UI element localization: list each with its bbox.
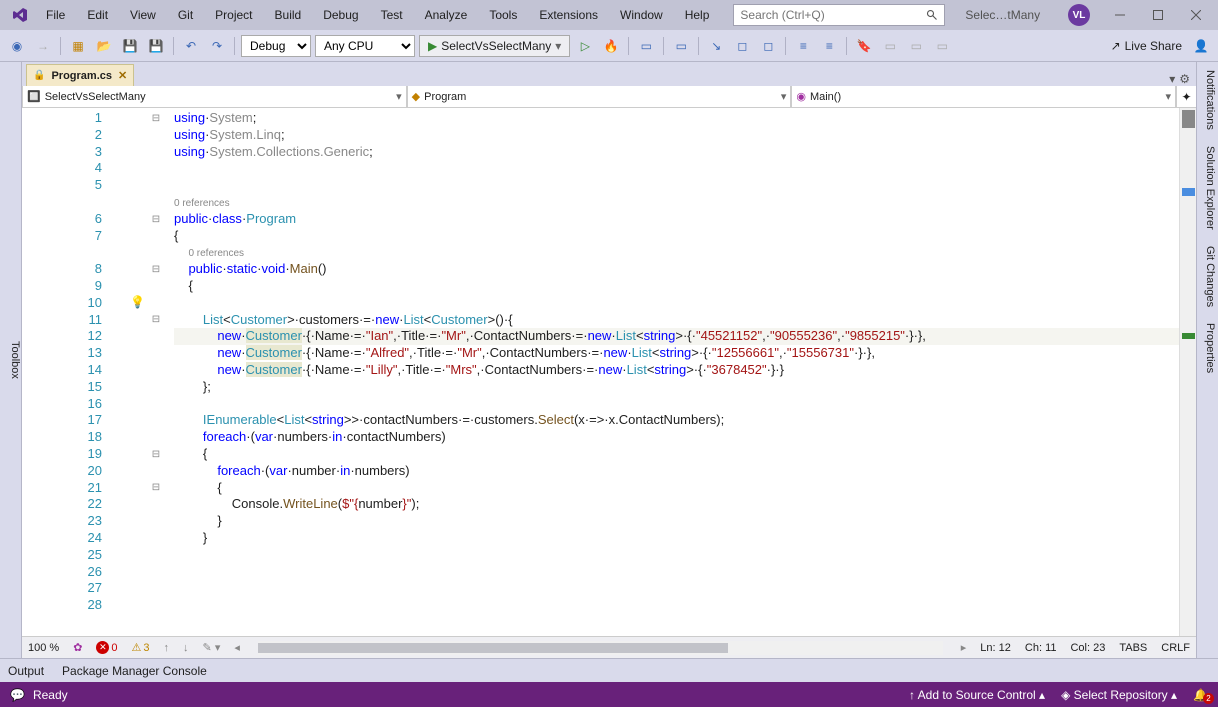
vertical-scrollbar[interactable] <box>1179 108 1196 636</box>
tab-dropdown-icon[interactable]: ▾ <box>1169 72 1175 86</box>
notifications-icon[interactable]: 🔔2 <box>1193 688 1208 702</box>
menu-bar: FileEditViewGitProjectBuildDebugTestAnal… <box>36 4 719 26</box>
nav-down-icon[interactable]: ↓ <box>183 642 189 654</box>
source-control-button[interactable]: ↑ Add to Source Control ▴ <box>909 688 1045 702</box>
error-count[interactable]: ✕0 <box>96 641 117 654</box>
nav-back-button[interactable]: ◉ <box>6 35 28 57</box>
menu-tools[interactable]: Tools <box>479 4 527 26</box>
bm-clear-icon[interactable]: ▭ <box>931 35 953 57</box>
horizontal-scrollbar[interactable] <box>258 641 943 655</box>
menu-build[interactable]: Build <box>265 4 312 26</box>
caret-line: Ln: 12 <box>980 642 1011 654</box>
tab-gear-icon[interactable]: ⚙ <box>1179 72 1190 86</box>
status-bar: 💬 Ready ↑ Add to Source Control ▴ ◈ Sele… <box>0 682 1218 707</box>
bm-next-icon[interactable]: ▭ <box>879 35 901 57</box>
warning-count[interactable]: ⚠3 <box>132 641 150 654</box>
right-sidebar-tabs: NotificationsSolution ExplorerGit Change… <box>1196 62 1218 658</box>
side-tab-properties[interactable]: Properties <box>1197 315 1218 381</box>
side-tab-git-changes[interactable]: Git Changes <box>1197 238 1218 315</box>
open-icon[interactable]: 📂 <box>93 35 115 57</box>
menu-window[interactable]: Window <box>610 4 673 26</box>
menu-file[interactable]: File <box>36 4 75 26</box>
close-button[interactable] <box>1178 3 1214 27</box>
brush-icon[interactable]: ✎ ▾ <box>203 641 221 654</box>
hot-reload-icon[interactable]: 🔥 <box>600 35 622 57</box>
minimize-button[interactable] <box>1102 3 1138 27</box>
indent-mode[interactable]: TABS <box>1119 642 1147 654</box>
lightbulb-icon[interactable]: 💡 <box>130 295 145 309</box>
nav-up-icon[interactable]: ↑ <box>164 642 170 654</box>
save-all-icon[interactable]: 💾 <box>145 35 167 57</box>
toolbox-tab[interactable]: Toolbox <box>0 62 22 658</box>
menu-view[interactable]: View <box>120 4 166 26</box>
bottom-tab-output[interactable]: Output <box>8 664 44 678</box>
select-repo-button[interactable]: ◈ Select Repository ▴ <box>1061 688 1177 702</box>
line-ending[interactable]: CRLF <box>1161 642 1190 654</box>
caret-char: Ch: 11 <box>1025 642 1057 654</box>
indent-icon[interactable]: ◻ <box>757 35 779 57</box>
search-box[interactable] <box>733 4 945 26</box>
menu-extensions[interactable]: Extensions <box>529 4 608 26</box>
start-no-debug-icon[interactable]: ▷ <box>574 35 596 57</box>
side-tab-solution-explorer[interactable]: Solution Explorer <box>1197 138 1218 238</box>
title-bar: FileEditViewGitProjectBuildDebugTestAnal… <box>0 0 1218 30</box>
main-toolbar: ◉ → ▦ 📂 💾 💾 ↶ ↷ Debug Any CPU ▶ SelectVs… <box>0 30 1218 62</box>
file-tab-program[interactable]: 🔒 Program.cs ✕ <box>26 64 134 86</box>
bottom-panel-tabs: Output Package Manager Console <box>0 658 1218 682</box>
vs-logo-icon <box>10 5 30 25</box>
menu-git[interactable]: Git <box>168 4 203 26</box>
menu-analyze[interactable]: Analyze <box>415 4 478 26</box>
live-share-button[interactable]: ↗ Live Share <box>1111 39 1182 53</box>
code-editor[interactable]: 1234567891011121314151617181920212223242… <box>22 108 1196 636</box>
start-debug-button[interactable]: ▶ SelectVsSelectMany ▾ <box>419 35 570 57</box>
step-icon[interactable]: ↘ <box>705 35 727 57</box>
nav-fwd-button[interactable]: → <box>32 35 54 57</box>
status-ready: Ready <box>33 688 68 702</box>
window-title: Selec…tMany <box>965 8 1040 22</box>
uncomment-icon[interactable]: ≡ <box>818 35 840 57</box>
status-feedback-icon[interactable]: 💬 <box>10 688 25 702</box>
comment-icon[interactable]: ≡ <box>792 35 814 57</box>
menu-edit[interactable]: Edit <box>77 4 118 26</box>
start-label: SelectVsSelectMany <box>441 39 551 53</box>
menu-test[interactable]: Test <box>371 4 413 26</box>
caret-col: Col: 23 <box>1070 642 1105 654</box>
play-icon: ▶ <box>428 39 437 53</box>
tb-icon-1[interactable]: ▭ <box>635 35 657 57</box>
menu-debug[interactable]: Debug <box>313 4 368 26</box>
line-numbers: 1234567891011121314151617181920212223242… <box>22 108 132 636</box>
feedback-icon[interactable]: 👤 <box>1190 35 1212 57</box>
nav-class-select[interactable]: ◆Program▾ <box>407 86 792 107</box>
code-content[interactable]: using·System;using·System.Linq;using·Sys… <box>132 108 1179 636</box>
platform-select[interactable]: Any CPU <box>315 35 415 57</box>
bm-prev-icon[interactable]: ▭ <box>905 35 927 57</box>
nav-method-select[interactable]: ◉Main()▾ <box>791 86 1176 107</box>
new-project-icon[interactable]: ▦ <box>67 35 89 57</box>
bottom-tab-package-manager-console[interactable]: Package Manager Console <box>62 664 207 678</box>
undo-icon[interactable]: ↶ <box>180 35 202 57</box>
split-icon[interactable]: ✦ <box>1176 86 1196 107</box>
side-tab-notifications[interactable]: Notifications <box>1197 62 1218 138</box>
redo-icon[interactable]: ↷ <box>206 35 228 57</box>
tb-icon-2[interactable]: ▭ <box>670 35 692 57</box>
user-avatar[interactable]: VL <box>1068 4 1090 26</box>
search-icon <box>926 9 938 21</box>
config-select[interactable]: Debug <box>241 35 311 57</box>
menu-help[interactable]: Help <box>675 4 720 26</box>
navigation-bar: 🔲SelectVsSelectMany▾ ◆Program▾ ◉Main()▾ … <box>22 86 1196 108</box>
maximize-button[interactable] <box>1140 3 1176 27</box>
close-tab-icon[interactable]: ✕ <box>118 69 127 82</box>
file-tab-label: Program.cs <box>51 70 112 82</box>
zoom-level[interactable]: 100 % <box>28 642 59 654</box>
search-input[interactable] <box>740 8 926 22</box>
bookmark-icon[interactable]: 🔖 <box>853 35 875 57</box>
document-tabs: 🔒 Program.cs ✕ ▾ ⚙ <box>22 62 1196 86</box>
outdent-icon[interactable]: ◻ <box>731 35 753 57</box>
editor-status-bar: 100 % ✿ ✕0 ⚠3 ↑ ↓ ✎ ▾ ◂ ▸ Ln: 12 Ch: 11 … <box>22 636 1196 658</box>
pin-icon: 🔒 <box>33 70 45 81</box>
health-icon[interactable]: ✿ <box>73 641 82 654</box>
save-icon[interactable]: 💾 <box>119 35 141 57</box>
nav-project-select[interactable]: 🔲SelectVsSelectMany▾ <box>22 86 407 107</box>
menu-project[interactable]: Project <box>205 4 262 26</box>
